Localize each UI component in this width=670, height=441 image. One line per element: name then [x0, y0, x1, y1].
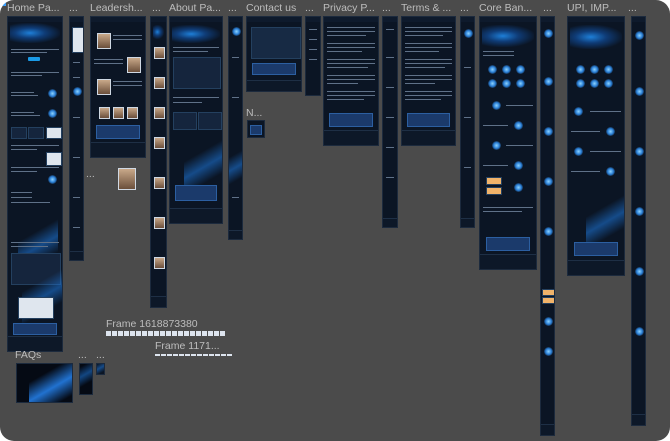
frame-home-page[interactable]: [7, 16, 63, 352]
frame-home-variant[interactable]: [69, 16, 84, 261]
frame-faqs[interactable]: [16, 363, 73, 403]
frame-label-ellipsis[interactable]: ...: [86, 168, 95, 180]
leader-photo: [113, 107, 124, 119]
frame-label-ellipsis[interactable]: ...: [382, 2, 391, 14]
leader-photo: [99, 107, 110, 119]
frame-label-terms[interactable]: Terms & ...: [401, 2, 451, 14]
frame-leadership-variant[interactable]: [150, 16, 167, 308]
frame-label-home[interactable]: Home Pa...: [7, 2, 60, 14]
frame-label-ellipsis[interactable]: ...: [628, 2, 637, 14]
frame-1171-strip[interactable]: [155, 354, 232, 356]
frame-about-page[interactable]: [169, 16, 223, 224]
frame-label-upi[interactable]: UPI, IMP...: [567, 2, 616, 14]
frame-label-about[interactable]: About Pa...: [169, 2, 221, 14]
frame-privacy-variant[interactable]: [305, 16, 321, 96]
frame-label-n[interactable]: N...: [246, 107, 262, 119]
leader-photo: [97, 33, 111, 49]
frame-1618873380-strip[interactable]: [106, 331, 225, 336]
leader-photo: [127, 57, 141, 73]
frame-privacy-policy[interactable]: [323, 16, 379, 146]
leader-photo: [97, 79, 111, 95]
frame-label-frame-1171[interactable]: Frame 1171...: [155, 340, 220, 352]
frame-label-frame-1618873380[interactable]: Frame 1618873380: [106, 318, 198, 330]
frame-label-ellipsis[interactable]: ...: [78, 349, 87, 361]
frame-label-ellipsis[interactable]: ...: [152, 2, 161, 14]
frame-label-ellipsis[interactable]: ...: [228, 2, 237, 14]
frame-label-ellipsis[interactable]: ...: [69, 2, 78, 14]
frame-terms-column[interactable]: [460, 16, 475, 228]
frame-upi-imps[interactable]: [567, 16, 625, 276]
frame-terms-conditions[interactable]: [401, 16, 456, 146]
frame-label-contact[interactable]: Contact us: [246, 2, 296, 14]
frame-label-ellipsis[interactable]: ...: [543, 2, 552, 14]
frame-n-small[interactable]: [247, 120, 265, 138]
frame-about-variant[interactable]: [228, 16, 243, 240]
frame-label-core-banking[interactable]: Core Ban...: [479, 2, 532, 14]
frame-label-privacy[interactable]: Privacy P...: [323, 2, 375, 14]
leader-photo: [127, 107, 138, 119]
frame-label-ellipsis[interactable]: ...: [460, 2, 469, 14]
frame-terms-variant[interactable]: [382, 16, 398, 228]
leader-photo-standalone[interactable]: [118, 168, 136, 190]
frame-leadership[interactable]: [90, 16, 146, 158]
frame-label-leadership[interactable]: Leadersh...: [90, 2, 143, 14]
frame-label-ellipsis[interactable]: ...: [305, 2, 314, 14]
frame-faqs-variant[interactable]: [79, 363, 93, 395]
frame-label-faqs[interactable]: FAQs: [15, 349, 41, 361]
frame-upi-variant[interactable]: [631, 16, 646, 426]
frame-label-ellipsis[interactable]: ...: [96, 349, 105, 361]
frame-contact-us[interactable]: [246, 16, 302, 92]
frame-faqs-small[interactable]: [96, 363, 105, 375]
selection-handle-icon[interactable]: [0, 0, 6, 6]
design-canvas[interactable]: Home Pa... ... Leadersh... ... About Pa.…: [0, 0, 670, 441]
frame-core-banking-variant[interactable]: [540, 16, 555, 436]
frame-core-banking[interactable]: [479, 16, 537, 270]
